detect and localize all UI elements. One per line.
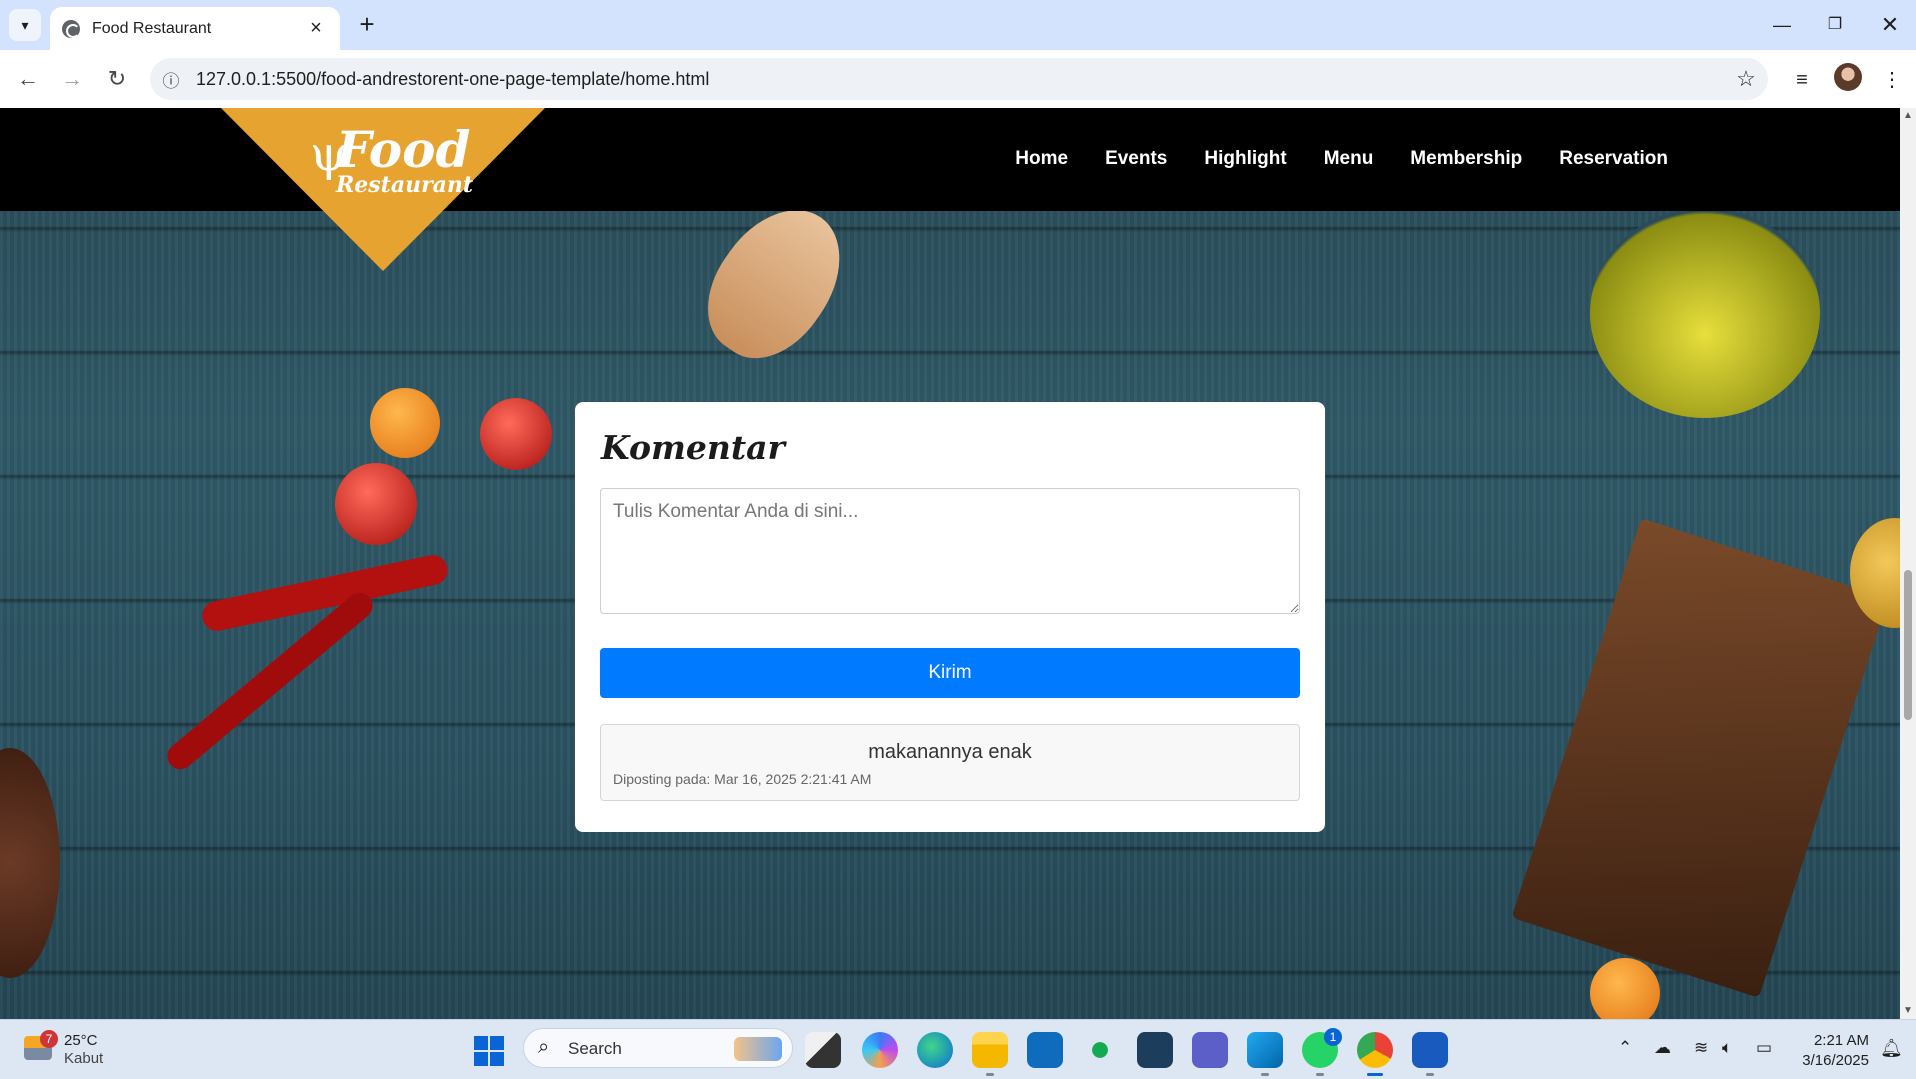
nav-highlight[interactable]: Highlight [1204, 148, 1286, 170]
cherry-tomato-image-2 [335, 463, 417, 545]
comment-card: Komentar Kirim makanannya enak Diposting… [575, 402, 1325, 832]
page-scrollbar[interactable]: ▲ ▼ [1900, 108, 1916, 1019]
browser-toolbar: ← → ↻ ⓘ 127.0.0.1:5500/food-andrestorent… [0, 50, 1916, 108]
file-explorer-icon[interactable] [972, 1032, 1008, 1076]
comment-item: makanannya enak Diposting pada: Mar 16, … [600, 724, 1300, 801]
taskbar-search[interactable]: ⌕ Search [523, 1028, 793, 1068]
windows-taskbar: 7 25°C Kabut ⌕ Search 1 ⌃ ☁ ≋ 🔈︎ ▭ 2:21 … [0, 1019, 1916, 1079]
browser-tabstrip: ▾ Food Restaurant × + — ❐ ✕ [0, 0, 1916, 50]
clock-date[interactable]: 3/16/2025 [1792, 1052, 1869, 1069]
notification-bell-icon[interactable]: 🔔︎ [1880, 1038, 1903, 1060]
vscode-icon[interactable] [1247, 1032, 1283, 1076]
submit-comment-button[interactable]: Kirim [600, 648, 1300, 698]
site-info-icon[interactable]: ⓘ [150, 67, 192, 92]
show-hidden-icons-chevron-icon[interactable]: ⌃ [1618, 1038, 1632, 1058]
nav-home[interactable]: Home [1015, 148, 1068, 170]
wifi-icon[interactable]: ≋ [1694, 1038, 1708, 1058]
copilot-icon[interactable] [862, 1032, 898, 1068]
comment-text: makanannya enak [868, 741, 1032, 763]
clock-time[interactable]: 2:21 AM [1797, 1032, 1869, 1049]
scroll-up-arrow-icon[interactable]: ▲ [1903, 110, 1913, 121]
nav-reservation[interactable]: Reservation [1559, 148, 1668, 170]
whatsapp-icon[interactable]: 1 [1302, 1028, 1342, 1076]
teams-icon[interactable] [1192, 1032, 1228, 1068]
logo-line2: Restaurant [336, 172, 474, 198]
profile-avatar[interactable] [1834, 63, 1862, 91]
reading-list-icon[interactable]: ≡ [1786, 64, 1818, 96]
restore-icon[interactable]: ❐ [1815, 10, 1855, 40]
forward-arrow-icon[interactable]: → [55, 62, 89, 96]
search-icon: ⌕ [538, 1036, 550, 1058]
edge-icon[interactable] [917, 1032, 953, 1068]
orange-tomato-image-2 [1590, 958, 1660, 1019]
minimize-icon[interactable]: — [1762, 10, 1802, 40]
volume-icon[interactable]: 🔈︎ [1722, 1038, 1732, 1058]
url-text[interactable]: 127.0.0.1:5500/food-andrestorent-one-pag… [192, 69, 1724, 90]
comment-card-title: Komentar [601, 428, 785, 467]
more-menu-icon[interactable]: ⋮ [1876, 64, 1908, 96]
olive-oil-bottle-image [1590, 208, 1820, 418]
outlook-icon[interactable] [1027, 1032, 1063, 1068]
windows-logo-icon-3 [474, 1052, 488, 1066]
weather-description: Kabut [64, 1050, 104, 1067]
close-tab-icon[interactable]: × [304, 17, 328, 40]
nav-menu[interactable]: Menu [1324, 148, 1374, 170]
taskbar-search-label: Search [568, 1039, 622, 1058]
site-logo[interactable]: ψ Food Restaurant [300, 114, 474, 204]
cherry-tomato-image [480, 398, 552, 470]
comment-timestamp: Diposting pada: Mar 16, 2025 2:21:41 AM [613, 771, 872, 787]
comment-textarea[interactable] [600, 488, 1300, 614]
chevron-down-icon: ▾ [21, 16, 29, 33]
orange-tomato-image [370, 388, 440, 458]
new-tab-button[interactable]: + [352, 10, 382, 40]
windows-logo-icon-2 [490, 1036, 504, 1050]
onedrive-error-icon[interactable]: ☁ [1654, 1038, 1671, 1058]
windows-logo-icon-4 [490, 1052, 504, 1066]
task-view-icon[interactable] [805, 1032, 841, 1068]
scroll-down-arrow-icon[interactable]: ▼ [1903, 1005, 1913, 1016]
main-navigation: Home Events Highlight Menu Membership Re… [1015, 148, 1668, 170]
mysql-workbench-icon[interactable] [1137, 1032, 1173, 1068]
weather-temperature: 25°C [64, 1032, 98, 1049]
close-window-icon[interactable]: ✕ [1870, 10, 1910, 40]
word-icon[interactable] [1412, 1032, 1448, 1076]
logo-line1: Food [336, 120, 471, 179]
reload-icon[interactable]: ↻ [100, 62, 134, 96]
address-bar[interactable]: ⓘ 127.0.0.1:5500/food-andrestorent-one-p… [150, 58, 1768, 100]
mongodb-icon[interactable] [1082, 1032, 1118, 1068]
nav-membership[interactable]: Membership [1410, 148, 1522, 170]
back-arrow-icon[interactable]: ← [11, 62, 45, 96]
scrollbar-thumb[interactable] [1904, 570, 1912, 720]
bookmark-star-icon[interactable]: ☆ [1724, 66, 1768, 92]
windows-logo-icon [474, 1036, 488, 1050]
search-highlight-image [734, 1037, 782, 1061]
chrome-icon[interactable] [1357, 1032, 1393, 1076]
whatsapp-badge: 1 [1324, 1028, 1342, 1046]
page-viewport: Home Events Highlight Menu Membership Re… [0, 108, 1900, 1019]
globe-icon [62, 19, 80, 38]
weather-widget[interactable]: 7 25°C Kabut [18, 1030, 118, 1070]
tab-title: Food Restaurant [92, 19, 212, 37]
nav-events[interactable]: Events [1105, 148, 1167, 170]
battery-icon[interactable]: ▭ [1756, 1038, 1772, 1058]
start-button[interactable] [474, 1036, 504, 1066]
tab-search-button[interactable]: ▾ [9, 9, 41, 41]
browser-tab-active[interactable]: Food Restaurant × [50, 7, 340, 50]
weather-badge: 7 [40, 1030, 58, 1048]
